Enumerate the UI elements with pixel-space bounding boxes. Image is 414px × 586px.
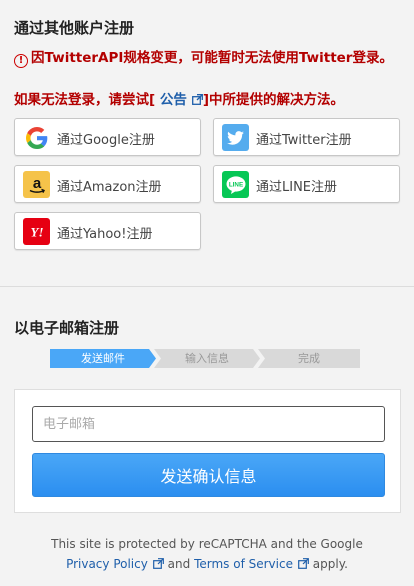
send-confirmation-button[interactable]: 发送确认信息 <box>32 453 385 497</box>
privacy-policy-link[interactable]: Privacy Policy <box>66 557 164 571</box>
and-text: and <box>167 557 191 571</box>
alert-icon: ! <box>14 54 28 68</box>
google-register-button[interactable]: 通过Google注册 <box>14 118 201 156</box>
svg-text:Y!: Y! <box>30 225 43 239</box>
google-register-label: 通过Google注册 <box>57 133 155 148</box>
svg-text:a: a <box>32 175 41 192</box>
line-register-button[interactable]: LINE 通过LINE注册 <box>213 165 400 203</box>
recaptcha-notice: This site is protected by reCAPTCHA and … <box>0 534 414 574</box>
step-complete-label: 完成 <box>298 352 320 365</box>
warning-solution: 如果无法登录，请尝试[ 公告 ]中所提供的解决方法。 <box>14 91 404 110</box>
step-send-email: 发送邮件 <box>50 349 156 368</box>
terms-of-service-label: Terms of Service <box>194 557 293 571</box>
privacy-policy-label: Privacy Policy <box>66 557 148 571</box>
yahoo-register-label: 通过Yahoo!注册 <box>57 227 153 242</box>
step-input-info-label: 输入信息 <box>185 352 229 365</box>
step-input-info: 输入信息 <box>154 349 260 368</box>
warning-text-1: 因TwitterAPI规格变更，可能暂时无法使用Twitter登录。 <box>31 50 393 66</box>
twitter-warning: ! 因TwitterAPI规格变更，可能暂时无法使用Twitter登录。 <box>14 49 404 68</box>
yahoo-icon: Y! <box>23 218 50 245</box>
amazon-register-button[interactable]: a 通过Amazon注册 <box>14 165 201 203</box>
recaptcha-text: This site is protected by reCAPTCHA and … <box>51 537 363 551</box>
line-register-label: 通过LINE注册 <box>256 180 338 195</box>
progress-steps: 发送邮件 输入信息 完成 <box>50 349 360 368</box>
line-icon: LINE <box>222 171 249 198</box>
warning-text-2: 如果无法登录，请尝试[ <box>14 92 156 108</box>
email-form: 发送确认信息 <box>14 389 401 513</box>
amazon-register-label: 通过Amazon注册 <box>57 180 162 195</box>
google-icon <box>23 124 50 151</box>
step-complete: 完成 <box>258 349 360 368</box>
external-link-icon <box>152 558 164 569</box>
apply-text: apply. <box>312 557 348 571</box>
twitter-register-button[interactable]: 通过Twitter注册 <box>213 118 400 156</box>
warning-text-3: ]中所提供的解决方法。 <box>202 92 345 108</box>
svg-text:LINE: LINE <box>228 181 242 188</box>
notice-link-label: 公告 <box>159 92 187 108</box>
email-section-title: 以电子邮箱注册 <box>14 319 120 337</box>
twitter-register-label: 通过Twitter注册 <box>256 133 352 148</box>
step-send-email-label: 发送邮件 <box>81 352 125 365</box>
twitter-icon <box>222 124 249 151</box>
section-divider <box>0 286 414 287</box>
external-link-icon <box>191 94 203 105</box>
yahoo-register-button[interactable]: Y! 通过Yahoo!注册 <box>14 212 201 250</box>
sns-section-title: 通过其他账户注册 <box>14 19 135 37</box>
notice-link[interactable]: 公告 <box>160 92 203 108</box>
email-input[interactable] <box>32 406 385 442</box>
amazon-icon: a <box>23 171 50 198</box>
external-link-icon <box>298 558 309 569</box>
terms-of-service-link[interactable]: Terms of Service <box>194 557 309 571</box>
